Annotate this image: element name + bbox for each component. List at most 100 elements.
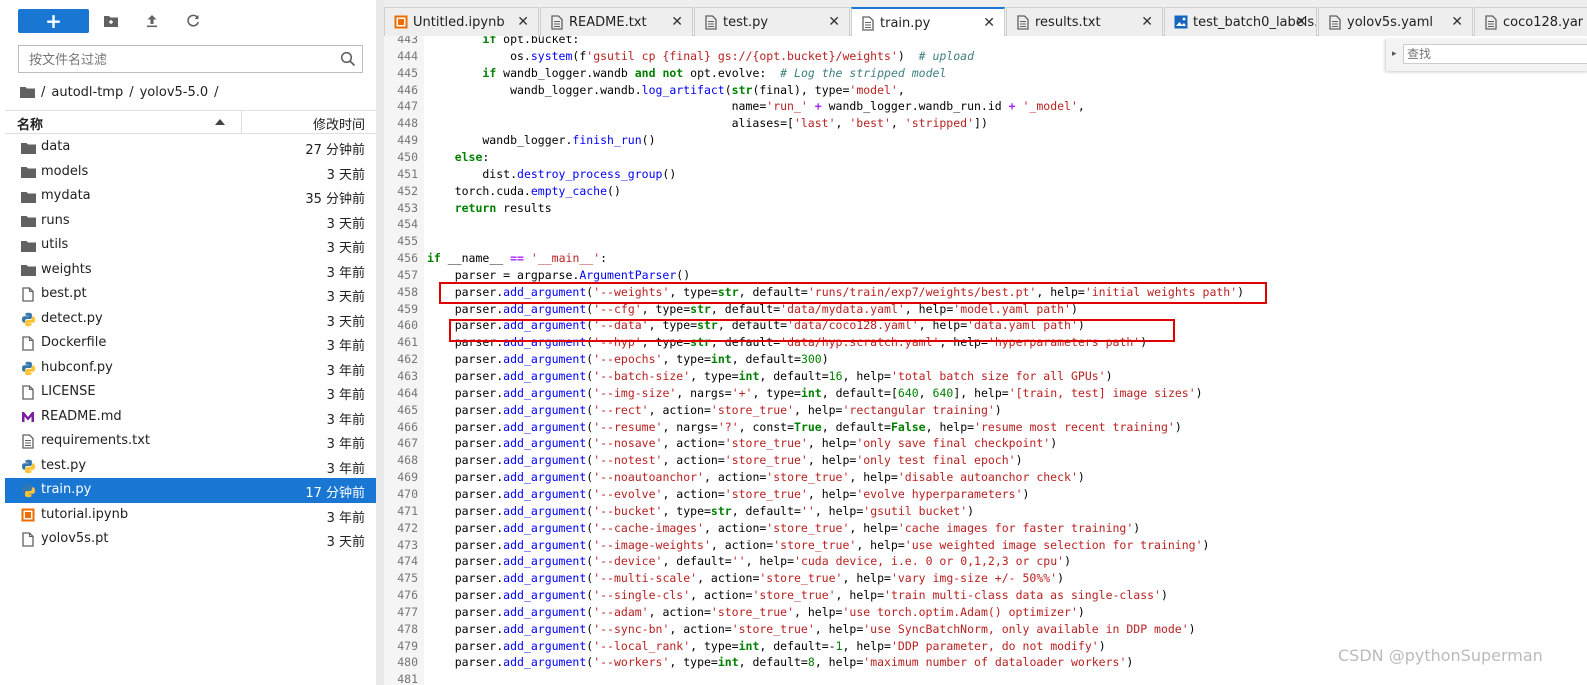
refresh-icon[interactable]	[183, 11, 203, 31]
file-modified: 3 年前	[326, 388, 365, 403]
watermark: CSDN @pythonSuperman	[1338, 646, 1543, 665]
breadcrumb-yolov5[interactable]: yolov5-5.0	[140, 85, 209, 100]
editor-tab[interactable]: test.py ✕	[694, 7, 850, 36]
file-icon	[20, 336, 36, 351]
file-row[interactable]: train.py 17 分钟前	[5, 478, 376, 503]
file-row[interactable]: models 3 天前	[5, 160, 376, 185]
folder-icon	[20, 165, 36, 180]
file-row[interactable]: utils 3 天前	[5, 233, 376, 258]
close-icon[interactable]: ✕	[983, 15, 995, 31]
close-icon[interactable]: ✕	[671, 14, 683, 30]
code-line[interactable]: parser.add_argument('--epochs', type=int…	[427, 352, 829, 366]
code-line[interactable]: parser.add_argument('--local_rank', type…	[427, 639, 1106, 653]
code-line[interactable]: else:	[427, 150, 490, 164]
file-filter-field[interactable]	[18, 45, 363, 73]
code-line[interactable]: name='run_' + wandb_logger.wandb_run.id …	[427, 99, 1085, 113]
editor-tab-bar: Untitled.ipynb ✕ README.txt ✕ test.py ✕ train.…	[384, 0, 1587, 37]
code-line[interactable]: parser.add_argument('--resume', nargs='?…	[427, 420, 1182, 434]
column-name-header[interactable]: 名称	[17, 114, 43, 133]
new-folder-icon[interactable]	[101, 11, 121, 31]
file-modified: 3 年前	[326, 437, 365, 452]
file-filter-input[interactable]	[27, 50, 331, 70]
file-row[interactable]: mydata 35 分钟前	[5, 184, 376, 209]
file-row[interactable]: requirements.txt 3 年前	[5, 429, 376, 454]
file-row[interactable]: data 27 分钟前	[5, 135, 376, 160]
file-row[interactable]: best.pt 3 天前	[5, 282, 376, 307]
file-row[interactable]: LICENSE 3 年前	[5, 380, 376, 405]
code-line[interactable]: parser.add_argument('--device', default=…	[427, 554, 1071, 568]
code-line[interactable]: if opt.bucket:	[427, 36, 579, 46]
file-modified: 3 天前	[326, 216, 365, 232]
new-launcher-button[interactable]: +	[18, 9, 89, 33]
code-line[interactable]: parser.add_argument('--workers', type=in…	[427, 655, 1134, 669]
folder-icon[interactable]	[20, 86, 35, 98]
code-line[interactable]: parser.add_argument('--img-size', nargs=…	[427, 386, 1203, 400]
code-line[interactable]: parser.add_argument('--bucket', type=str…	[427, 504, 974, 518]
file-row[interactable]: runs 3 天前	[5, 209, 376, 234]
code-line[interactable]: return results	[427, 201, 552, 215]
code-line[interactable]: parser.add_argument('--evolve', action='…	[427, 487, 1030, 501]
breadcrumb-autodl-tmp[interactable]: autodl-tmp	[51, 85, 123, 100]
code-line[interactable]: parser.add_argument('--rect', action='st…	[427, 403, 1002, 417]
close-icon[interactable]: ✕	[1295, 14, 1307, 30]
code-line[interactable]: parser.add_argument('--notest', action='…	[427, 453, 1023, 467]
file-row[interactable]: yolov5s.pt 3 天前	[5, 527, 376, 552]
line-number: 478	[397, 621, 418, 636]
breadcrumb-separator: /	[41, 84, 46, 100]
file-row[interactable]: README.md 3 年前	[5, 405, 376, 430]
close-icon[interactable]: ✕	[828, 14, 840, 30]
highlight-box-weights	[439, 282, 1267, 304]
line-number: 472	[397, 520, 418, 535]
code-line[interactable]: os.system(f'gsutil cp {final} gs://{opt.…	[427, 49, 974, 63]
code-line[interactable]: torch.cuda.empty_cache()	[427, 184, 621, 198]
code-line[interactable]: if wandb_logger.wandb and not opt.evolve…	[427, 66, 946, 80]
editor-tab[interactable]: results.txt ✕	[1006, 7, 1163, 36]
code-line[interactable]: wandb_logger.finish_run()	[427, 133, 655, 147]
editor-tab[interactable]: test_batch0_labels. ✕	[1164, 7, 1317, 36]
file-modified: 3 天前	[326, 241, 365, 256]
file-modified: 3 年前	[326, 363, 365, 379]
panel-splitter[interactable]	[376, 0, 384, 685]
close-icon[interactable]: ✕	[517, 14, 529, 30]
upload-icon[interactable]	[142, 11, 162, 31]
code-line[interactable]: parser.add_argument('--noautoanchor', ac…	[427, 470, 1085, 484]
highlight-box-data	[449, 319, 1175, 342]
code-line[interactable]: parser.add_argument('--single-cls', acti…	[427, 588, 1168, 602]
editor-tab[interactable]: yolov5s.yaml ✕	[1318, 7, 1473, 36]
code-line[interactable]: parser.add_argument('--sync-bn', action=…	[427, 622, 1196, 636]
code-line[interactable]: parser.add_argument('--batch-size', type…	[427, 369, 1113, 383]
file-modified: 3 天前	[326, 535, 365, 550]
file-row[interactable]: Dockerfile 3 年前	[5, 331, 376, 356]
code-line[interactable]: wandb_logger.wandb.log_artifact(str(fina…	[427, 83, 905, 97]
file-row[interactable]: test.py 3 年前	[5, 454, 376, 479]
close-icon[interactable]: ✕	[1451, 14, 1463, 30]
tab-label: yolov5s.yaml	[1347, 14, 1434, 30]
code-line[interactable]: parser = argparse.ArgumentParser()	[427, 268, 690, 282]
folder-icon	[20, 238, 36, 253]
file-row[interactable]: hubconf.py 3 年前	[5, 356, 376, 381]
file-name: mydata	[41, 188, 91, 203]
code-line[interactable]: parser.add_argument('--image-weights', a…	[427, 538, 1210, 552]
file-row[interactable]: tutorial.ipynb 3 年前	[5, 503, 376, 528]
editor-tab[interactable]: README.txt ✕	[540, 7, 693, 36]
editor-tab[interactable]: Untitled.ipynb ✕	[384, 7, 539, 36]
code-line[interactable]: dist.destroy_process_group()	[427, 167, 676, 181]
code-line[interactable]: parser.add_argument('--adam', action='st…	[427, 605, 1085, 619]
code-line[interactable]: parser.add_argument('--multi-scale', act…	[427, 571, 1064, 585]
file-name: models	[41, 163, 89, 179]
sort-ascending-icon[interactable]	[215, 119, 225, 125]
code-line[interactable]: aliases=['last', 'best', 'stripped'])	[427, 116, 988, 130]
close-icon[interactable]: ✕	[1141, 14, 1153, 30]
file-row[interactable]: weights 3 年前	[5, 258, 376, 283]
column-modified-header[interactable]: 修改时间	[313, 114, 365, 133]
editor-tab[interactable]: coco128.yar	[1474, 7, 1587, 36]
code-line[interactable]: parser.add_argument('--nosave', action='…	[427, 436, 1057, 450]
editor-tab[interactable]: train.py ✕	[851, 7, 1005, 37]
folder-icon	[20, 263, 36, 278]
file-row[interactable]: detect.py 3 天前	[5, 307, 376, 332]
code-line[interactable]: if __name__ == '__main__':	[427, 251, 607, 265]
find-input[interactable]	[1403, 44, 1587, 64]
code-line[interactable]: parser.add_argument('--cache-images', ac…	[427, 521, 1141, 535]
expand-replace-icon[interactable]: ▸	[1392, 49, 1397, 59]
code-editor[interactable]: 443 444 445 446 447 448 449 450 451 452 453 454 455 4…	[384, 36, 1587, 685]
